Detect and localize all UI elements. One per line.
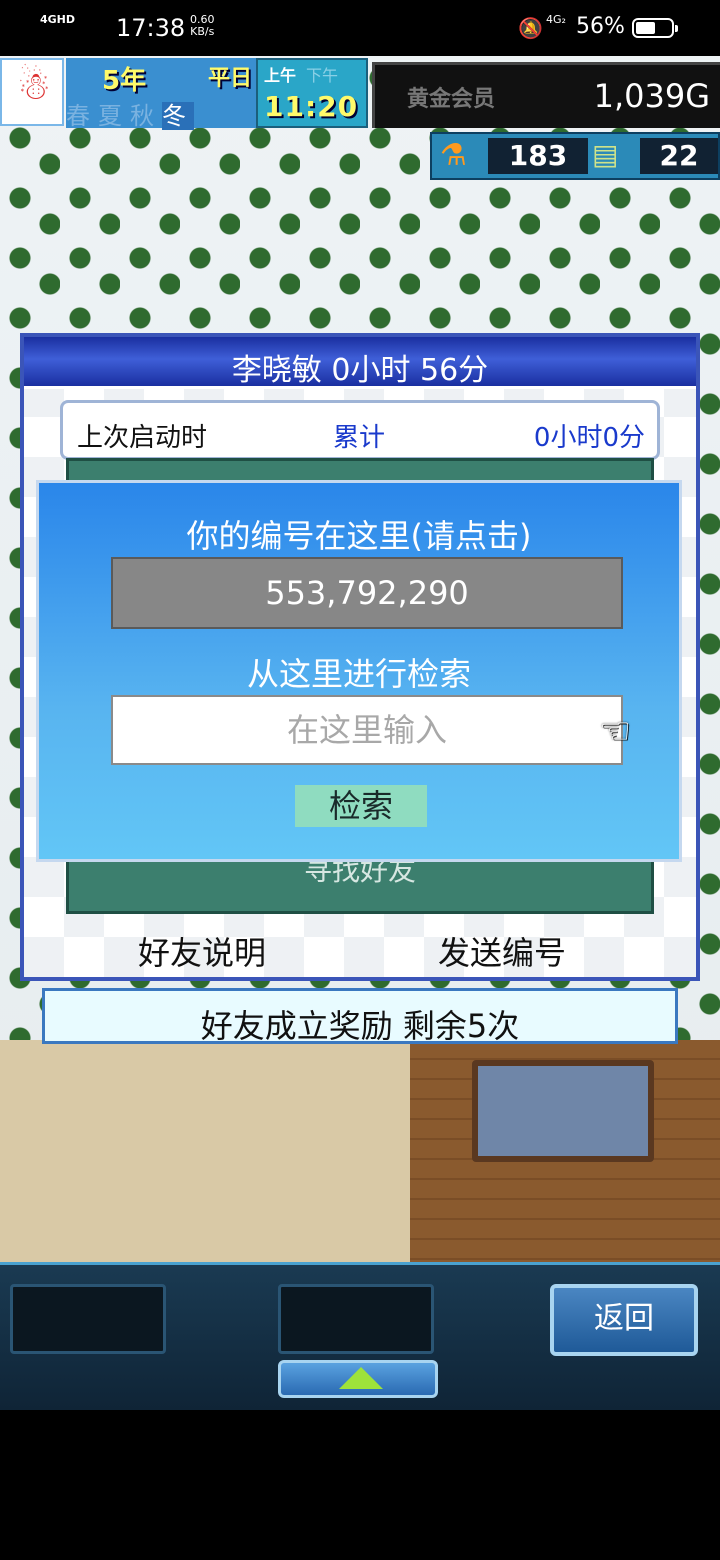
room-floor xyxy=(0,1040,410,1262)
hand-pointer-icon: ☜ xyxy=(599,711,632,752)
status-time: 17:38 xyxy=(116,14,186,42)
sim-indicator: 4G₂ xyxy=(546,13,566,26)
membership-label: 黄金会员 xyxy=(407,87,496,112)
play-stats: 上次启动时 累计 0小时0分 xyxy=(60,400,660,460)
battery-icon xyxy=(632,18,678,38)
expand-menu-button[interactable] xyxy=(278,1360,438,1398)
network-indicator: 4GHD xyxy=(40,13,76,26)
ticket-count: 22 xyxy=(640,138,718,174)
gold-panel: 黄金会员 1,039G xyxy=(372,62,720,128)
search-prompt: 从这里进行检索 xyxy=(246,655,471,693)
mute-bell-icon: 🔕 xyxy=(518,16,543,40)
total-label: 累计 xyxy=(333,423,386,453)
search-input[interactable] xyxy=(111,695,623,765)
day-type: 平日 xyxy=(208,66,253,91)
friend-window-header: 李晓敏 0小时 56分 xyxy=(24,337,696,389)
season-spring: 春 xyxy=(66,102,98,130)
battery-fill xyxy=(636,22,656,34)
status-bar: 4GHD 17:38 0.60 KB/s 🔕 4G₂ 56% xyxy=(0,0,720,56)
pm-label: 下午 xyxy=(306,66,339,85)
research-points: 183 xyxy=(488,138,588,174)
battery-percent: 56% xyxy=(576,14,625,39)
friend-help-button[interactable]: 好友说明 xyxy=(138,928,266,974)
ticket-icon: ▤ xyxy=(592,138,619,171)
empty-slot-left[interactable] xyxy=(10,1284,166,1354)
network-speed: 0.60 KB/s xyxy=(190,14,215,38)
search-dialog: 你的编号在这里(请点击) 553,792,290 从这里进行检索 ☜ 检索 xyxy=(36,480,682,862)
total-value: 0小时0分 xyxy=(533,423,645,453)
battery-tip xyxy=(675,25,678,32)
season-row: 春夏秋冬 xyxy=(66,96,256,131)
back-button[interactable]: 返回 xyxy=(550,1284,698,1356)
friend-reward-bar: 好友成立奖励 剩余5次 xyxy=(42,988,678,1045)
friend-window-title: 李晓敏 0小时 56分 xyxy=(231,353,489,388)
speed-unit: KB/s xyxy=(190,25,215,38)
calendar-panel: 5年 平日 春夏秋冬 xyxy=(66,58,256,131)
snowman-avatar-icon: ☃ xyxy=(16,64,52,108)
player-avatar[interactable]: ☃ xyxy=(0,58,64,126)
gold-amount: 1,039G xyxy=(593,77,710,115)
my-id-prompt: 你的编号在这里(请点击) xyxy=(186,517,532,555)
season-current: 冬 xyxy=(162,102,194,130)
season-autumn: 秋 xyxy=(130,102,162,130)
bed-sprite xyxy=(472,1060,654,1162)
year-label: 5年 xyxy=(102,66,147,96)
game-clock: 11:20 xyxy=(264,90,359,123)
search-button[interactable]: 检索 xyxy=(295,785,427,827)
my-id-field[interactable]: 553,792,290 xyxy=(111,557,623,629)
am-label: 上午 xyxy=(264,66,297,85)
flask-icon: ⚗ xyxy=(440,138,467,173)
season-summer: 夏 xyxy=(98,102,130,130)
friend-reward-text: 好友成立奖励 剩余5次 xyxy=(200,1007,520,1045)
resource-panel: ⚗ 183 ▤ 22 xyxy=(430,132,720,180)
up-arrow-icon xyxy=(339,1367,383,1389)
last-launch-label: 上次启动时 xyxy=(77,423,208,453)
clock-panel: 上午 下午 11:20 xyxy=(256,58,368,128)
send-id-button[interactable]: 发送编号 xyxy=(438,928,566,974)
empty-slot-center[interactable] xyxy=(278,1284,434,1354)
